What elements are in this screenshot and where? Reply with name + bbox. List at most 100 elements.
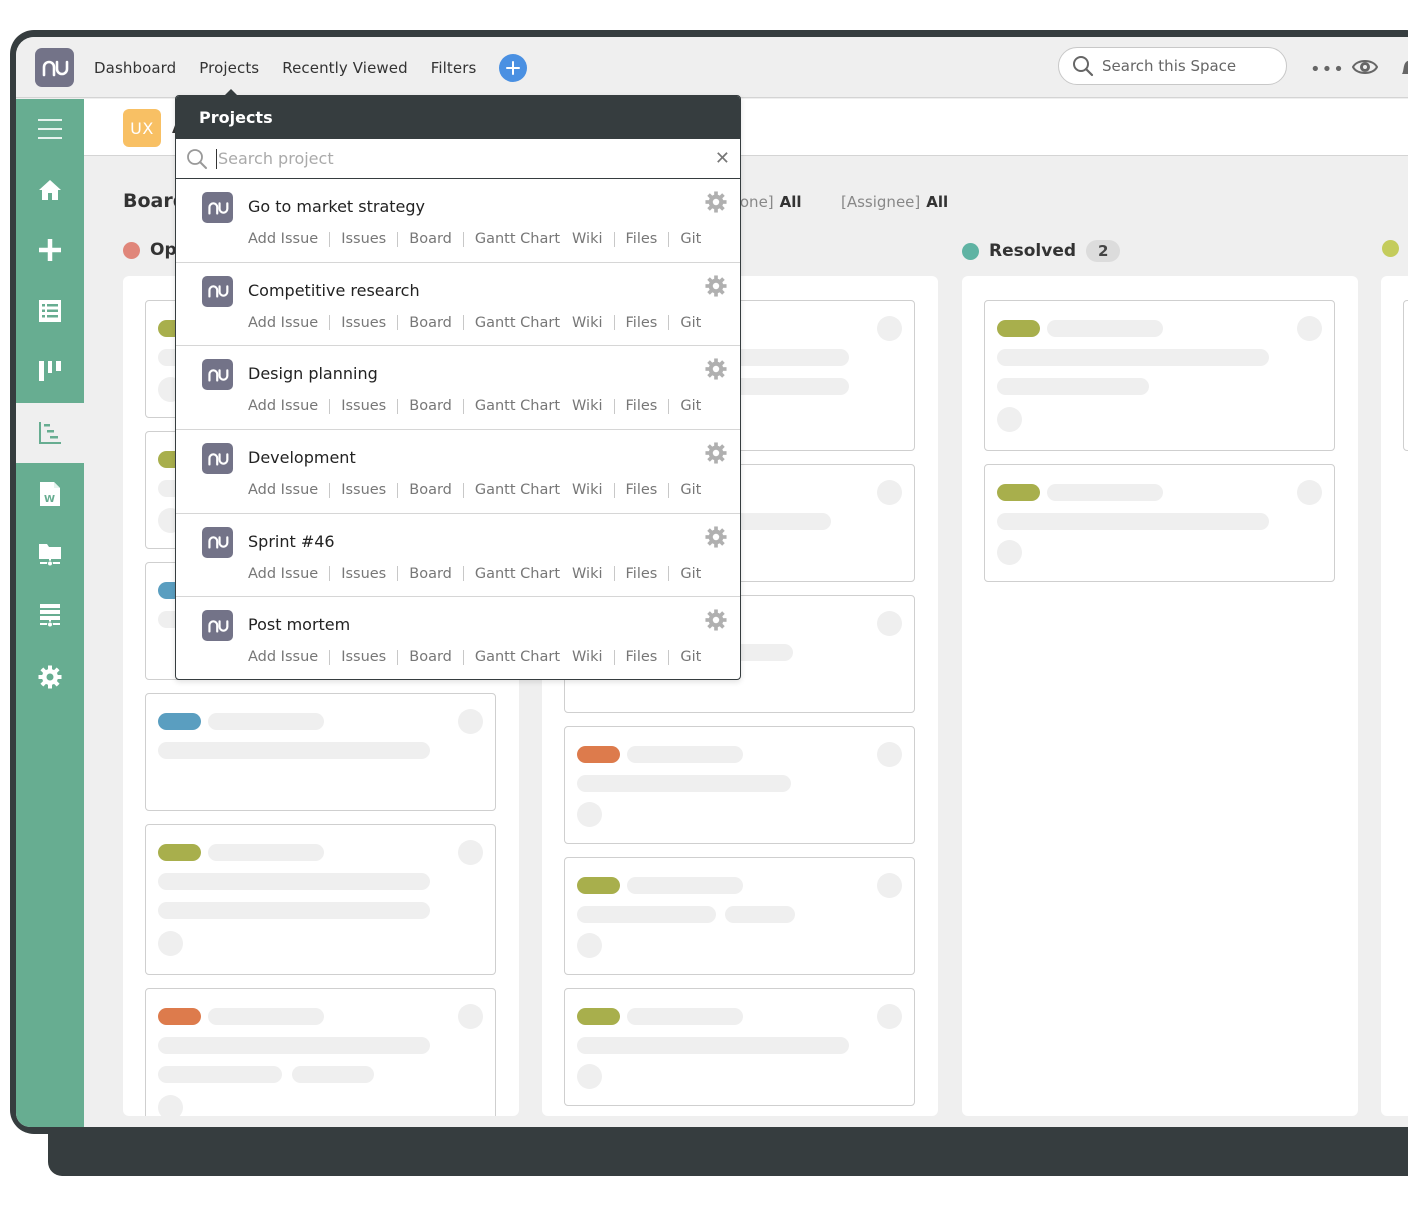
sidebar-item-menu[interactable]	[16, 99, 84, 159]
quick-link-board[interactable]: Board	[409, 566, 452, 582]
quick-link-add-issue[interactable]: Add Issue	[248, 315, 318, 331]
sidebar-item-board[interactable]	[16, 341, 84, 401]
status-dot	[123, 241, 140, 259]
nav-recently-viewed[interactable]: Recently Viewed	[282, 59, 408, 77]
quick-link-wiki[interactable]: Wiki	[572, 231, 602, 247]
quick-link-wiki[interactable]: Wiki	[572, 566, 602, 582]
issue-card[interactable]	[984, 300, 1335, 451]
eye-icon[interactable]	[1351, 57, 1379, 81]
quick-link-gantt-chart[interactable]: Gantt Chart	[475, 231, 560, 247]
quick-link-files[interactable]: Files	[626, 315, 658, 331]
quick-link-files[interactable]: Files	[626, 566, 658, 582]
project-name-link[interactable]: Design planning	[248, 364, 378, 383]
issue-card[interactable]	[145, 693, 496, 811]
nav-projects[interactable]: Projects	[199, 59, 259, 77]
quick-link-files[interactable]: Files	[626, 482, 658, 498]
sidebar-item-add-issue[interactable]	[16, 220, 84, 280]
quick-link-board[interactable]: Board	[409, 315, 452, 331]
quick-link-board[interactable]: Board	[409, 398, 452, 414]
avatar-placeholder	[458, 840, 483, 865]
quick-link-issues[interactable]: Issues	[341, 398, 386, 414]
quick-link-add-issue[interactable]: Add Issue	[248, 566, 318, 582]
gear-icon[interactable]	[705, 358, 727, 384]
quick-link-git[interactable]: Git	[680, 231, 701, 247]
project-list-item[interactable]: Development Add Issue Issues Board Gantt Ch…	[176, 430, 740, 514]
quick-link-gantt-chart[interactable]: Gantt Chart	[475, 649, 560, 665]
count-badge: 2	[1086, 240, 1121, 262]
quick-link-add-issue[interactable]: Add Issue	[248, 231, 318, 247]
quick-link-git[interactable]: Git	[680, 482, 701, 498]
sidebar-item-wiki[interactable]: W	[16, 464, 84, 524]
project-name-link[interactable]: Post mortem	[248, 615, 350, 634]
project-name-link[interactable]: Go to market strategy	[248, 197, 425, 216]
sidebar-item-git[interactable]	[16, 586, 84, 646]
quick-link-gantt-chart[interactable]: Gantt Chart	[475, 566, 560, 582]
sidebar-item-settings[interactable]	[16, 647, 84, 707]
quick-link-git[interactable]: Git	[680, 649, 701, 665]
quick-link-add-issue[interactable]: Add Issue	[248, 649, 318, 665]
project-list-item[interactable]: Go to market strategy Add Issue Issues Boa…	[176, 179, 740, 263]
issue-card[interactable]	[984, 464, 1335, 582]
quick-link-files[interactable]: Files	[626, 231, 658, 247]
quick-link-add-issue[interactable]: Add Issue	[248, 482, 318, 498]
quick-link-gantt-chart[interactable]: Gantt Chart	[475, 482, 560, 498]
quick-link-wiki[interactable]: Wiki	[572, 315, 602, 331]
gear-icon[interactable]	[705, 275, 727, 301]
assignee-filter[interactable]: [Assignee] All	[841, 193, 948, 211]
quick-link-issues[interactable]: Issues	[341, 566, 386, 582]
quick-link-issues[interactable]: Issues	[341, 231, 386, 247]
quick-link-wiki[interactable]: Wiki	[572, 649, 602, 665]
create-button[interactable]	[499, 53, 528, 82]
more-horizontal-icon[interactable]: •••	[1310, 59, 1345, 80]
quick-link-board[interactable]: Board	[409, 649, 452, 665]
close-icon[interactable]: ✕	[715, 148, 730, 169]
quick-link-files[interactable]: Files	[626, 398, 658, 414]
project-list-item[interactable]: Sprint #46 Add Issue Issues Board Gantt Cha…	[176, 514, 740, 598]
quick-link-issues[interactable]: Issues	[341, 482, 386, 498]
quick-link-wiki[interactable]: Wiki	[572, 398, 602, 414]
project-name-link[interactable]: Competitive research	[248, 281, 420, 300]
space-search-box[interactable]: Search this Space	[1058, 47, 1287, 85]
quick-link-issues[interactable]: Issues	[341, 315, 386, 331]
gear-icon[interactable]	[705, 526, 727, 552]
nav-dashboard[interactable]: Dashboard	[94, 59, 176, 77]
issue-card[interactable]	[564, 988, 915, 1106]
project-name-link[interactable]: Development	[248, 448, 356, 467]
quick-link-gantt-chart[interactable]: Gantt Chart	[475, 315, 560, 331]
sidebar-item-issues[interactable]	[16, 281, 84, 341]
quick-link-add-issue[interactable]: Add Issue	[248, 398, 318, 414]
sidebar-item-gantt-chart[interactable]	[16, 403, 84, 463]
quick-link-gantt-chart[interactable]: Gantt Chart	[475, 398, 560, 414]
project-name-link[interactable]: Sprint #46	[248, 532, 335, 551]
search-icon	[187, 148, 207, 169]
project-list-item[interactable]: Competitive research Add Issue Issues Boar…	[176, 263, 740, 347]
quick-link-wiki[interactable]: Wiki	[572, 482, 602, 498]
gear-icon[interactable]	[705, 191, 727, 217]
quick-link-files[interactable]: Files	[626, 649, 658, 665]
sidebar-item-home[interactable]	[16, 160, 84, 220]
issue-card[interactable]	[564, 857, 915, 975]
project-list-item[interactable]: Design planning Add Issue Issues Board Gant…	[176, 346, 740, 431]
quick-link-git[interactable]: Git	[680, 566, 701, 582]
project-list-item[interactable]: Post mortem Add Issue Issues Board Gantt Ch…	[176, 597, 740, 679]
quick-link-git[interactable]: Git	[680, 398, 701, 414]
bell-icon[interactable]	[1398, 57, 1408, 83]
gear-icon[interactable]	[705, 609, 727, 635]
issue-type-tag	[577, 1008, 620, 1025]
issue-card[interactable]	[145, 988, 496, 1116]
app-logo[interactable]	[35, 48, 74, 87]
quick-link-board[interactable]: Board	[409, 231, 452, 247]
quick-link-git[interactable]: Git	[680, 315, 701, 331]
quick-link-issues[interactable]: Issues	[341, 649, 386, 665]
link-separator	[613, 315, 615, 331]
issue-card[interactable]	[1403, 300, 1408, 451]
quick-link-board[interactable]: Board	[409, 482, 452, 498]
nu-logo-icon	[207, 285, 228, 298]
issue-card[interactable]	[564, 726, 915, 844]
gear-icon[interactable]	[705, 442, 727, 468]
project-search-input[interactable]	[218, 149, 688, 168]
issue-card[interactable]	[145, 824, 496, 975]
sidebar-item-shared-files[interactable]	[16, 525, 84, 585]
nav-filters[interactable]: Filters	[431, 59, 477, 77]
milestone-filter[interactable]: tone] All	[734, 193, 802, 211]
